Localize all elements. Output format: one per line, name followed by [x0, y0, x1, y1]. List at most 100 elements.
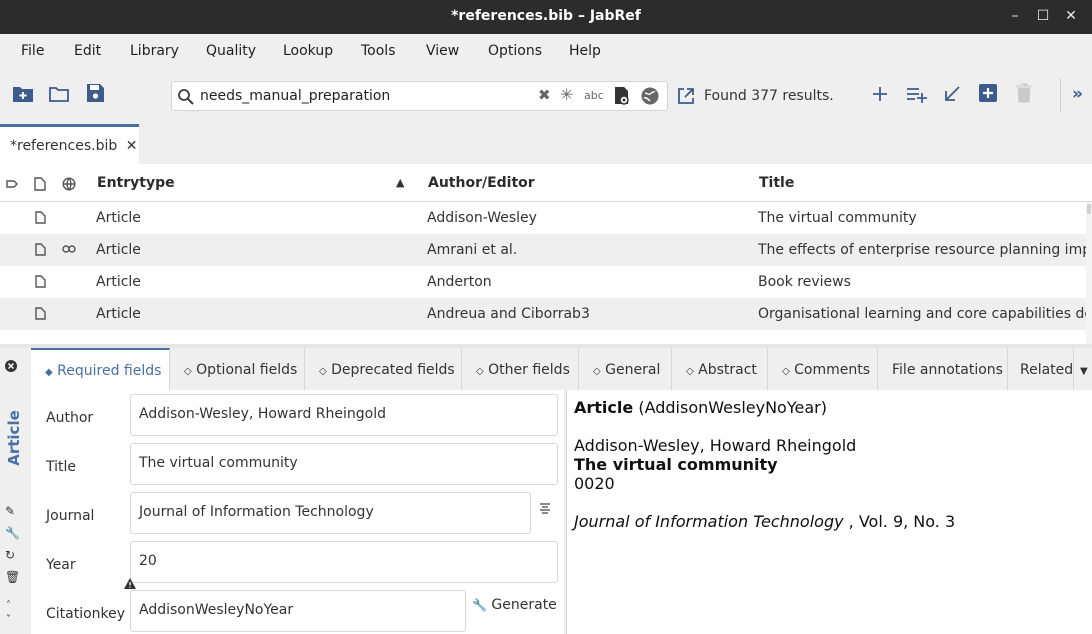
menu-bar: File Edit Library Quality Lookup Tools V…: [0, 34, 1092, 68]
add-from-identifier-icon[interactable]: [904, 82, 928, 106]
generate-label: Generate: [491, 597, 557, 613]
menu-help[interactable]: Help: [569, 43, 601, 59]
menu-library[interactable]: Library: [130, 43, 179, 59]
open-external-icon[interactable]: [675, 85, 697, 107]
table-scrollbar[interactable]: [1086, 202, 1092, 348]
new-entry-icon[interactable]: [976, 81, 1000, 105]
tab-deprecated-fields[interactable]: ◇ Deprecated fields: [305, 348, 462, 390]
citationkey-field[interactable]: AddisonWesleyNoYear: [130, 590, 466, 632]
tab-abstract[interactable]: ◇ Abstract: [672, 348, 768, 390]
table-row[interactable]: Article Addison-Wesley The virtual commu…: [0, 202, 1086, 234]
link-icon[interactable]: [62, 244, 76, 254]
tab-required-fields[interactable]: ◆ Required fields: [31, 348, 170, 390]
file-icon[interactable]: [35, 307, 46, 320]
search-input[interactable]: [200, 86, 530, 106]
menu-tools[interactable]: Tools: [361, 43, 396, 59]
entry-table: Entrytype ▲ Author/Editor Title Article …: [0, 164, 1092, 348]
close-editor-icon[interactable]: [4, 359, 18, 373]
tab-general[interactable]: ◇ General: [579, 348, 672, 390]
file-icon[interactable]: [35, 275, 46, 288]
tab-label: Required fields: [57, 363, 162, 379]
menu-options[interactable]: Options: [488, 43, 542, 59]
journal-field[interactable]: Journal of Information Technology: [130, 492, 531, 534]
previous-entry-icon[interactable]: ˄: [6, 600, 11, 611]
toolbar-overflow-icon[interactable]: »: [1072, 84, 1083, 104]
author-field[interactable]: Addison-Wesley, Howard Rheingold: [130, 394, 558, 436]
menu-view[interactable]: View: [426, 43, 459, 59]
tab-related[interactable]: Related: [1008, 348, 1074, 390]
menu-quality[interactable]: Quality: [206, 43, 256, 59]
maximize-button[interactable]: ☐: [1032, 6, 1054, 26]
tab-label: Comments: [794, 362, 871, 378]
journal-abbreviation-icon[interactable]: [539, 502, 551, 514]
cell-entrytype: Article: [96, 306, 141, 322]
scrollbar-thumb[interactable]: [1087, 204, 1091, 214]
preview-year: 0020: [574, 474, 615, 493]
import-entry-icon[interactable]: [940, 82, 964, 106]
tab-comments[interactable]: ◇ Comments: [768, 348, 878, 390]
delete-entry-icon[interactable]: [1012, 81, 1036, 105]
tab-references-bib[interactable]: *references.bib ✕: [0, 124, 139, 164]
tab-label: General: [605, 362, 661, 378]
title-field[interactable]: The virtual community: [130, 443, 558, 485]
files-column-icon[interactable]: [34, 177, 46, 191]
trash-icon[interactable]: 🗑: [5, 570, 20, 584]
next-entry-icon[interactable]: ˅: [6, 614, 11, 625]
column-title[interactable]: Title: [759, 175, 794, 191]
tab-label: File annotations: [892, 362, 1003, 378]
tabs-overflow-icon[interactable]: ▼: [1080, 366, 1088, 377]
table-row[interactable]: Article Anderton Book reviews: [0, 266, 1086, 298]
cell-entrytype: Article: [96, 242, 141, 258]
cell-entrytype: Article: [96, 274, 141, 290]
column-author-editor[interactable]: Author/Editor: [428, 175, 535, 191]
cell-title: The effects of enterprise resource plann…: [758, 242, 1086, 258]
tab-optional-fields[interactable]: ◇ Optional fields: [170, 348, 305, 390]
edit-icon[interactable]: ✎: [5, 504, 15, 518]
url-column-icon[interactable]: [62, 177, 76, 191]
file-icon[interactable]: [35, 211, 46, 224]
table-row[interactable]: Article Andreua and Ciborrab3 Organisati…: [0, 298, 1086, 330]
search-result-count: Found 377 results.: [704, 88, 834, 104]
close-tab-icon[interactable]: ✕: [126, 138, 138, 154]
year-label: Year: [46, 557, 76, 573]
tab-other-fields[interactable]: ◇ Other fields: [462, 348, 579, 390]
key-icon: 🔧: [472, 598, 487, 612]
column-entrytype[interactable]: Entrytype: [97, 175, 175, 191]
table-header: Entrytype ▲ Author/Editor Title: [0, 164, 1092, 202]
refresh-icon[interactable]: ↻: [5, 548, 15, 562]
editor-tabs: ◆ Required fields ◇ Optional fields ◇ De…: [31, 348, 1092, 390]
minimize-button[interactable]: –: [1004, 6, 1026, 26]
tab-file-annotations[interactable]: File annotations: [878, 348, 1008, 390]
open-folder-icon[interactable]: [47, 82, 71, 106]
menu-lookup[interactable]: Lookup: [283, 43, 333, 59]
add-entry-icon[interactable]: [868, 82, 892, 106]
preview-key: (AddisonWesleyNoYear): [638, 398, 827, 417]
wrench-icon[interactable]: 🔧: [5, 526, 20, 540]
search-box: ✖ ✳ abc: [171, 81, 668, 111]
case-sensitive-icon[interactable]: abc: [584, 89, 604, 102]
entry-type-label[interactable]: Article: [5, 403, 25, 473]
new-library-icon[interactable]: [11, 82, 35, 106]
preview-volume: , Vol. 9, No. 3: [848, 512, 956, 531]
clear-search-icon[interactable]: ✖: [538, 86, 551, 104]
fulltext-search-icon[interactable]: [612, 86, 632, 106]
citationkey-label: Citationkey: [46, 606, 126, 622]
editor-side-rail: Article ✎ 🔧 ↻ 🗑 ˄ ˅: [0, 348, 31, 634]
regex-icon[interactable]: ✳: [560, 85, 573, 104]
preview-authors: Addison-Wesley, Howard Rheingold: [574, 436, 857, 455]
generate-button[interactable]: 🔧 Generate: [472, 597, 557, 613]
cell-title: Organisational learning and core capabil…: [758, 306, 1086, 322]
table-row[interactable]: Article Amrani et al. The effects of ent…: [0, 234, 1086, 266]
groups-column-icon[interactable]: [6, 178, 18, 190]
window-title: *references.bib – JabRef: [451, 8, 641, 24]
global-search-icon[interactable]: [640, 86, 660, 106]
author-label: Author: [46, 410, 94, 426]
file-icon[interactable]: [35, 243, 46, 256]
save-icon[interactable]: [83, 81, 107, 105]
required-fields-pane: Author Addison-Wesley, Howard Rheingold …: [31, 390, 564, 634]
menu-edit[interactable]: Edit: [74, 43, 101, 59]
year-field[interactable]: 20: [130, 541, 558, 583]
menu-file[interactable]: File: [21, 43, 44, 59]
sort-ascending-icon[interactable]: ▲: [396, 176, 404, 189]
close-window-button[interactable]: ✕: [1060, 6, 1082, 26]
